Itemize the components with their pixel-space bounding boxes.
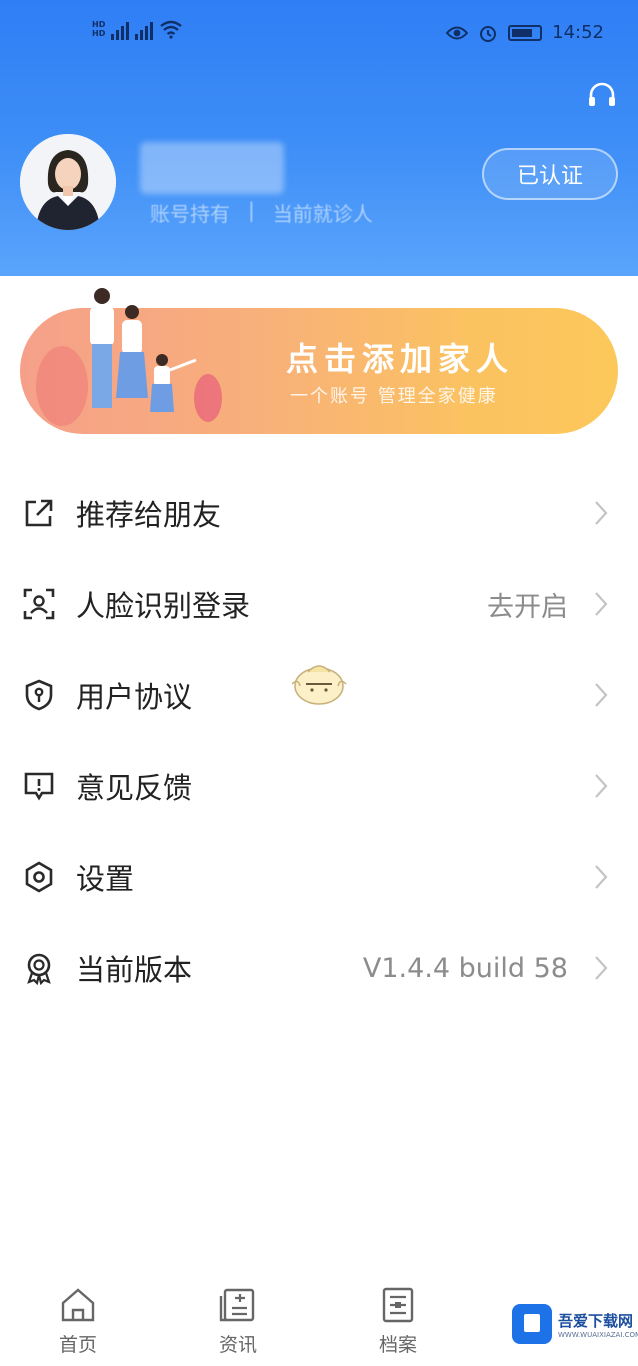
status-right: 14:52 (446, 22, 604, 43)
alarm-icon (480, 25, 497, 42)
banner-title: 点击添加家人 (286, 340, 515, 378)
family-illustration-icon (36, 288, 222, 426)
wifi-icon (160, 20, 183, 39)
menu-item-label: 设置 (76, 862, 135, 896)
menu-item-label: 人脸识别登录 (76, 589, 251, 623)
share-icon (25, 499, 53, 527)
account-role-row: 账号持有 | 当前就诊人 (150, 198, 373, 227)
banner-subtitle: 一个账号 管理全家健康 (290, 386, 498, 407)
add-family-banner[interactable]: 点击添加家人 一个账号 管理全家健康 (20, 288, 618, 434)
watermark-url: WWW.WUAIXIAZAI.COM (558, 1330, 638, 1339)
signal-2-icon (135, 18, 154, 40)
version-value: V1.4.4 build 58 (362, 952, 568, 984)
menu-item-label: 意见反馈 (76, 771, 193, 805)
current-patient-label: 当前就诊人 (272, 202, 373, 226)
chevron-right-icon (595, 683, 608, 707)
menu-item-feedback[interactable]: 意见反馈 (0, 741, 638, 831)
site-watermark: 吾爱下载网 WWW.WUAIXIAZAI.COM (512, 1304, 638, 1344)
menu-item-recommend[interactable]: 推荐给朋友 (0, 468, 638, 558)
chevron-right-icon (595, 774, 608, 798)
tab-label: 资讯 (218, 1334, 257, 1356)
home-icon (61, 1288, 95, 1322)
chevron-right-icon (595, 501, 608, 525)
settings-hexagon-icon (25, 861, 53, 893)
menu-item-settings[interactable]: 设置 (0, 832, 638, 922)
eye-icon (446, 26, 469, 39)
menu-item-version[interactable]: 当前版本 V1.4.4 build 58 (0, 923, 638, 1013)
status-bar: HD HD 14:52 (0, 16, 638, 56)
watermark-title: 吾爱下载网 (558, 1311, 634, 1330)
username-blurred (140, 142, 284, 194)
chevron-right-icon (595, 592, 608, 616)
menu-item-label: 推荐给朋友 (76, 498, 222, 532)
menu-item-label: 当前版本 (76, 953, 193, 987)
profile-header: HD HD 14:52 账号持有 | 当前就诊人 已认证 (0, 0, 638, 276)
tab-label: 首页 (58, 1334, 97, 1356)
news-icon (219, 1288, 255, 1322)
tab-home[interactable]: 首页 (38, 1286, 118, 1357)
role-separator: | (248, 198, 255, 222)
menu-item-label: 用户协议 (76, 680, 193, 714)
face-login-status: 去开启 (487, 591, 568, 623)
watermark-logo-icon (512, 1304, 552, 1344)
watermark-text: 吾爱下载网 WWW.WUAIXIAZAI.COM (558, 1310, 638, 1339)
mascot-sticker-icon (291, 665, 347, 705)
hd-badge: HD HD (92, 20, 106, 38)
chevron-right-icon (595, 956, 608, 980)
tab-news[interactable]: 资讯 (198, 1286, 278, 1357)
shield-key-icon (25, 679, 53, 711)
badge-icon (27, 953, 51, 985)
battery-icon (508, 24, 543, 41)
account-holder-label: 账号持有 (150, 202, 230, 226)
chevron-right-icon (595, 865, 608, 889)
archive-icon (382, 1287, 414, 1323)
signal-1-icon (111, 18, 130, 40)
status-time: 14:52 (552, 22, 604, 43)
female-avatar-icon (20, 134, 116, 230)
tab-label: 档案 (378, 1334, 417, 1356)
signal-indicators: HD HD (92, 18, 183, 40)
verified-button[interactable]: 已认证 (482, 148, 618, 200)
tab-archive[interactable]: 档案 (358, 1286, 438, 1357)
headset-icon[interactable] (586, 80, 618, 112)
feedback-icon (24, 772, 54, 801)
menu-item-face-login[interactable]: 人脸识别登录 去开启 (0, 559, 638, 649)
avatar[interactable] (20, 134, 116, 230)
face-id-icon (23, 588, 55, 620)
